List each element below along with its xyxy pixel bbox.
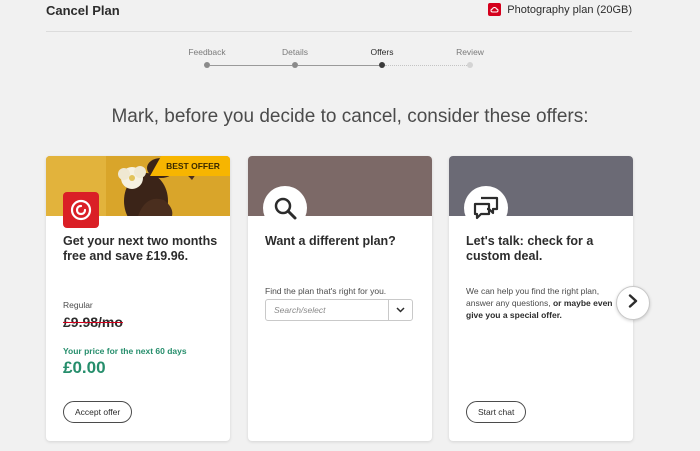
step-feedback-label: Feedback <box>188 47 226 57</box>
current-plan-name: Photography plan (20GB) <box>507 3 632 16</box>
offer-title: Want a different plan? <box>265 234 396 248</box>
chevron-down-icon[interactable] <box>388 300 412 320</box>
plan-search-select[interactable]: Search/select <box>265 299 413 321</box>
offer-title: Get your next two months free and save £… <box>63 234 218 263</box>
accept-offer-button[interactable]: Accept offer <box>63 401 133 423</box>
step-connector <box>210 64 292 66</box>
current-plan: Photography plan (20GB) <box>488 3 632 16</box>
offer-card-free-months: BEST OFFER Get your next two months free… <box>46 156 230 441</box>
offers-headline: Mark, before you decide to cancel, consi… <box>111 106 589 127</box>
offer-description: We can help you find the right plan, ans… <box>466 285 618 321</box>
page-title: Cancel Plan <box>46 3 120 18</box>
plan-search-placeholder: Search/select <box>274 305 326 315</box>
step-details-dot <box>292 62 298 68</box>
step-details-label: Details <box>282 47 308 57</box>
step-review-dot <box>467 62 473 68</box>
regular-price-label: Regular <box>63 300 93 310</box>
page-header: Cancel Plan Photography plan (20GB) <box>46 0 632 32</box>
search-icon <box>263 186 307 230</box>
step-connector <box>298 64 379 66</box>
creative-cloud-icon <box>63 192 99 228</box>
progress-stepper: Feedback Details Offers Review <box>185 45 495 75</box>
chevron-right-icon <box>627 293 639 313</box>
regular-price: £9.98/mo <box>63 314 123 330</box>
offer-card-custom-deal: Let's talk: check for a custom deal. We … <box>449 156 633 441</box>
best-offer-badge: BEST OFFER <box>150 156 230 176</box>
step-review-label: Review <box>456 47 484 57</box>
promo-price: £0.00 <box>63 358 106 377</box>
next-offers-button[interactable] <box>616 286 650 320</box>
creative-cloud-icon <box>488 3 502 16</box>
start-chat-button[interactable]: Start chat <box>466 401 527 423</box>
step-feedback-dot <box>204 62 210 68</box>
step-offers-dot <box>379 62 385 68</box>
promo-price-label: Your price for the next 60 days <box>63 346 187 356</box>
step-connector-pending <box>385 64 467 66</box>
offer-card-different-plan: Want a different plan? Find the plan tha… <box>248 156 432 441</box>
offer-description: Find the plan that's right for you. <box>265 286 387 296</box>
chat-icon <box>464 186 508 230</box>
offer-title: Let's talk: check for a custom deal. <box>466 234 594 263</box>
step-offers-label: Offers <box>370 47 394 57</box>
